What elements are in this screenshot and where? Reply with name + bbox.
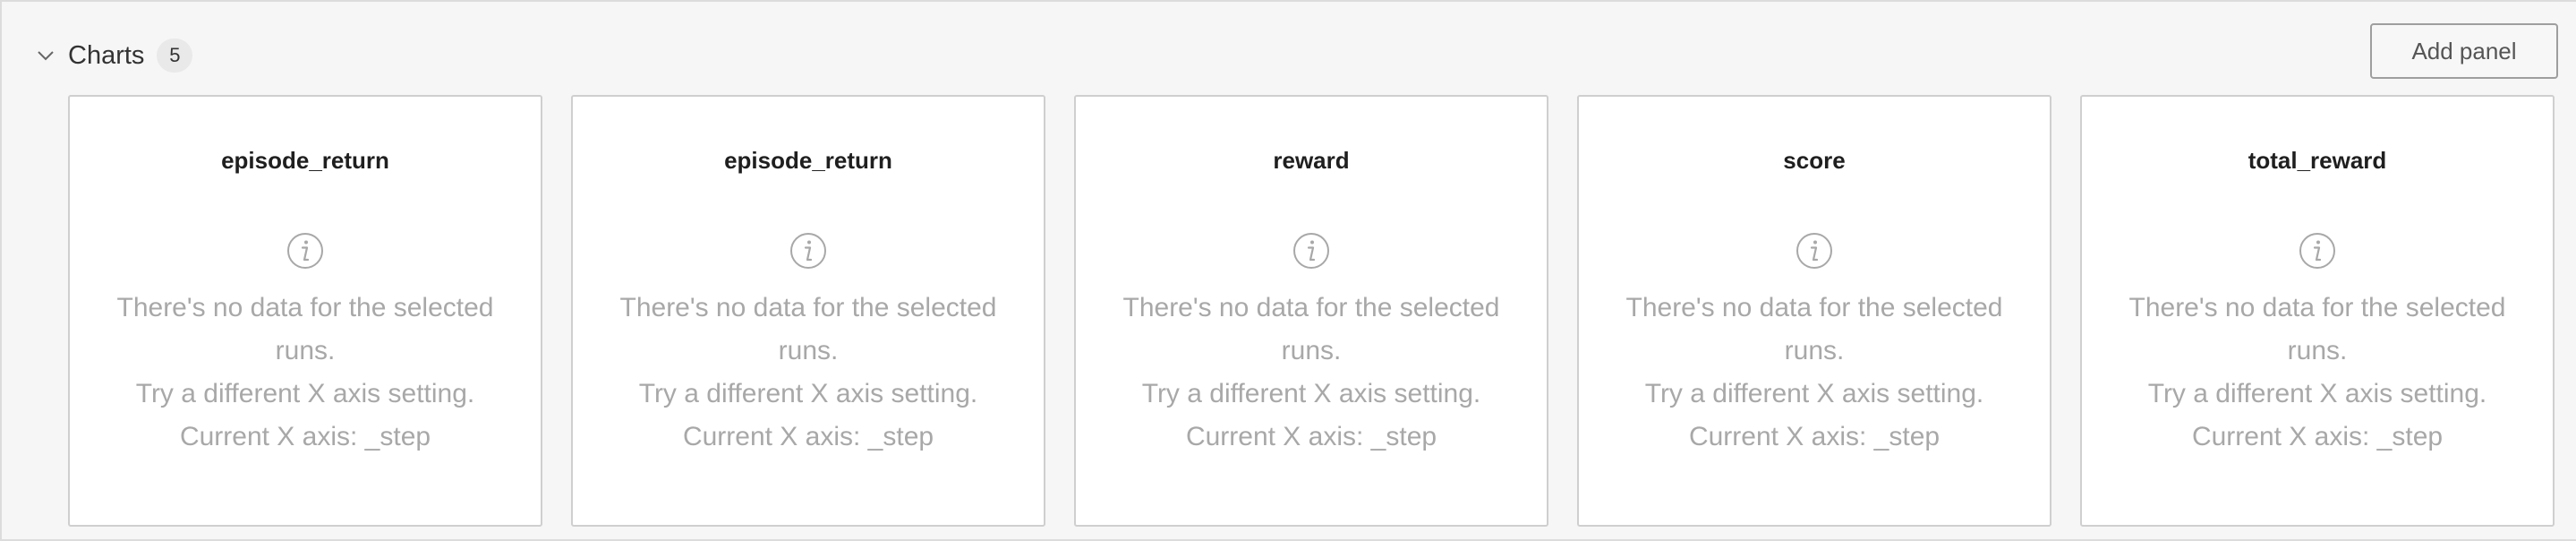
info-icon: [287, 233, 323, 269]
charts-section: Charts 5 Add panel episode_return There'…: [0, 0, 2576, 541]
panel-count-badge: 5: [157, 39, 193, 73]
current-axis-line: Current X axis: _step: [179, 422, 431, 451]
hint-line: Try a different X axis setting.: [1644, 379, 1984, 408]
hint-line: Try a different X axis setting.: [135, 379, 475, 408]
info-icon: [1293, 233, 1329, 269]
hint-line: Try a different X axis setting.: [638, 379, 978, 408]
panel-title: reward: [1273, 147, 1350, 174]
no-data-message: There's no data for the selected runs. T…: [600, 287, 1017, 459]
no-data-line: There's no data for the selected: [1122, 293, 1500, 322]
current-axis-line: Current X axis: _step: [1688, 422, 1941, 451]
panel-title: episode_return: [221, 147, 389, 174]
chart-panel[interactable]: episode_return There's no data for the s…: [68, 95, 542, 527]
chart-panel[interactable]: episode_return There's no data for the s…: [571, 95, 1045, 527]
panel-title: total_reward: [2248, 147, 2387, 174]
no-data-message: There's no data for the selected runs. T…: [1606, 287, 2023, 459]
chevron-down-icon[interactable]: [34, 44, 57, 67]
no-data-line: runs.: [1281, 336, 1342, 365]
info-icon: [1796, 233, 1832, 269]
no-data-line: runs.: [2287, 336, 2348, 365]
info-icon: [2299, 233, 2335, 269]
info-icon: [790, 233, 826, 269]
section-title[interactable]: Charts: [68, 41, 144, 71]
no-data-message: There's no data for the selected runs. T…: [1103, 287, 1520, 459]
no-data-line: runs.: [1784, 336, 1845, 365]
current-axis-line: Current X axis: _step: [682, 422, 934, 451]
no-data-line: runs.: [778, 336, 839, 365]
panel-title: episode_return: [724, 147, 892, 174]
current-axis-line: Current X axis: _step: [1185, 422, 1437, 451]
add-panel-button[interactable]: Add panel: [2370, 23, 2558, 79]
no-data-line: runs.: [275, 336, 336, 365]
hint-line: Try a different X axis setting.: [2147, 379, 2487, 408]
no-data-line: There's no data for the selected: [2128, 293, 2506, 322]
panel-grid: episode_return There's no data for the s…: [68, 95, 2565, 527]
no-data-message: There's no data for the selected runs. T…: [2109, 287, 2526, 459]
no-data-line: There's no data for the selected: [619, 293, 997, 322]
hint-line: Try a different X axis setting.: [1141, 379, 1481, 408]
chart-panel[interactable]: total_reward There's no data for the sel…: [2080, 95, 2555, 527]
no-data-line: There's no data for the selected: [116, 293, 494, 322]
no-data-line: There's no data for the selected: [1625, 293, 2003, 322]
chart-panel[interactable]: reward There's no data for the selected …: [1074, 95, 1548, 527]
chart-panel[interactable]: score There's no data for the selected r…: [1577, 95, 2051, 527]
no-data-message: There's no data for the selected runs. T…: [97, 287, 514, 459]
section-header: Charts 5: [34, 34, 193, 77]
panel-title: score: [1783, 147, 1846, 174]
current-axis-line: Current X axis: _step: [2191, 422, 2444, 451]
